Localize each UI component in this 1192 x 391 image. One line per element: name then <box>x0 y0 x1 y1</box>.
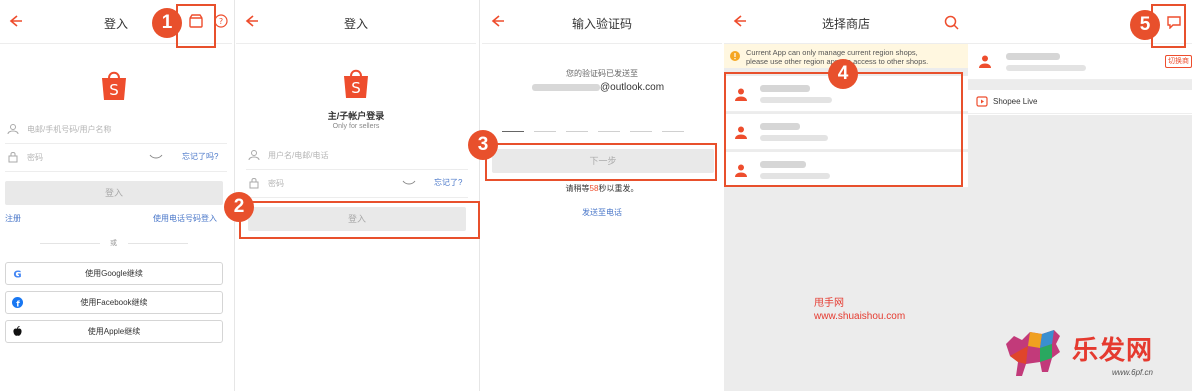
callout-badge-4: 4 <box>828 59 858 89</box>
page-title: 选择商店 <box>821 17 870 31</box>
switch-shop-button[interactable]: 切换商 <box>1165 55 1192 68</box>
eye-off-icon[interactable] <box>402 179 416 187</box>
lock-icon <box>8 152 18 163</box>
apple-icon <box>13 326 22 336</box>
facebook-button[interactable]: f 使用Facebook继续 <box>5 291 223 314</box>
eye-off-icon[interactable] <box>149 153 163 161</box>
google-button[interactable]: G 使用Google继续 <box>5 262 223 285</box>
otp-digit-2[interactable] <box>534 131 556 132</box>
page-title: 登入 <box>343 17 368 31</box>
help-icon[interactable]: ? <box>214 14 228 28</box>
redacted-shop-id <box>1006 65 1086 71</box>
callout-box-4 <box>724 72 963 187</box>
wait-prefix: 请稍等 <box>565 184 590 193</box>
live-icon <box>976 96 988 107</box>
callout-badge-2: 2 <box>224 192 254 222</box>
forgot-password-link[interactable]: 忘记了吗? <box>182 151 218 162</box>
password-placeholder: 密码 <box>268 179 284 188</box>
resend-countdown: 请稍等58秒以重发。 <box>482 183 722 194</box>
section-gap <box>968 80 1192 90</box>
callout-box-3 <box>485 143 717 181</box>
brand-animal-logo-icon <box>1006 330 1060 376</box>
brand-url: www.6pf.cn <box>1112 368 1153 377</box>
shopee-live-row[interactable]: Shopee Live <box>968 90 1192 114</box>
callout-badge-5: 5 <box>1130 10 1160 40</box>
otp-digit-5[interactable] <box>630 131 652 132</box>
otp-digit-1[interactable] <box>502 131 524 132</box>
verification-screen: 输入验证码 您的验证码已发送至 @outlook.com 下一步 请稍等58秒以… <box>482 0 722 391</box>
notice-line-1: Current App can only manage current regi… <box>746 48 918 57</box>
lock-icon <box>249 178 259 189</box>
header: 输入验证码 <box>482 0 722 44</box>
avatar-icon <box>979 55 991 68</box>
shop-info-row[interactable]: 切换商 <box>968 44 1192 80</box>
redacted-shop-name <box>1006 53 1060 60</box>
user-icon <box>7 124 19 135</box>
svg-text:G: G <box>13 270 21 280</box>
otp-digit-4[interactable] <box>598 131 620 132</box>
callout-badge-3: 3 <box>468 130 498 160</box>
wait-suffix: 秒以重发。 <box>598 184 639 193</box>
shopee-logo-icon: S <box>102 71 126 100</box>
watermark-name: 甩手网 <box>814 298 844 309</box>
facebook-icon: f <box>12 297 23 308</box>
svg-text:S: S <box>109 81 119 99</box>
shopee-live-label: Shopee Live <box>993 97 1038 106</box>
apple-button[interactable]: 使用Apple继续 <box>5 320 223 343</box>
user-icon <box>248 150 260 161</box>
send-to-phone-link[interactable]: 发送至电话 <box>482 207 722 218</box>
login-screen: 登入 ? S 电邮/手机号码/用户名称 密码 忘记了吗? 登入 注册 使用电话号… <box>0 0 232 391</box>
phone-placeholder: 电邮/手机号码/用户名称 <box>27 125 112 134</box>
svg-text:S: S <box>351 79 361 97</box>
google-icon: G <box>13 270 21 280</box>
password-placeholder: 密码 <box>27 153 43 162</box>
phone-field[interactable]: 电邮/手机号码/用户名称 <box>5 116 227 144</box>
email-suffix: @outlook.com <box>600 82 665 93</box>
password-field[interactable]: 密码 忘记了? <box>246 170 468 198</box>
otp-digit-3[interactable] <box>566 131 588 132</box>
svg-text:?: ? <box>219 17 223 26</box>
brand-name: 乐发网 <box>1072 336 1154 366</box>
shopee-logo-icon: S <box>344 69 368 98</box>
username-placeholder: 用户名/电邮/电话 <box>268 151 329 160</box>
forgot-password-link[interactable]: 忘记了? <box>434 177 462 188</box>
callout-badge-1: 1 <box>152 8 182 38</box>
header: 选择商店 <box>724 0 968 44</box>
header: 登入 <box>236 0 476 44</box>
register-link[interactable]: 注册 <box>5 213 21 224</box>
search-icon[interactable] <box>944 15 959 30</box>
login-button[interactable]: 登入 <box>5 181 223 205</box>
watermark-url: www.shuaishou.com <box>814 311 906 322</box>
seller-subheading: Only for sellers <box>332 123 380 130</box>
sent-to-label: 您的验证码已发送至 <box>566 69 638 78</box>
warning-icon <box>730 51 740 61</box>
phone-login-link[interactable]: 使用电话号码登入 <box>153 213 217 224</box>
svg-text:f: f <box>16 300 20 309</box>
otp-digit-6[interactable] <box>662 131 684 132</box>
redacted-email <box>532 84 600 91</box>
apple-label: 使用Apple继续 <box>87 327 141 336</box>
facebook-label: 使用Facebook继续 <box>80 298 148 307</box>
seller-heading: 主/子帐户登录 <box>327 111 385 121</box>
page-title: 输入验证码 <box>571 17 632 31</box>
password-field[interactable]: 密码 忘记了吗? <box>5 144 227 172</box>
callout-box-1 <box>176 4 216 48</box>
google-label: 使用Google继续 <box>85 269 143 278</box>
seller-login-screen: 登入 S 主/子帐户登录 Only for sellers 用户名/电邮/电话 … <box>236 0 476 391</box>
callout-box-2 <box>239 201 480 239</box>
username-field[interactable]: 用户名/电邮/电话 <box>246 142 468 170</box>
divider <box>128 243 188 244</box>
or-label: 或 <box>110 240 117 247</box>
panel-divider <box>479 0 480 391</box>
divider <box>40 243 100 244</box>
